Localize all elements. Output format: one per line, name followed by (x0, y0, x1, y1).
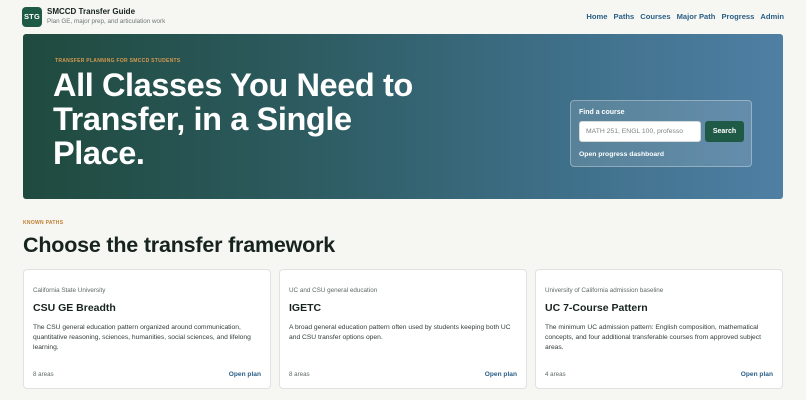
framework-card-csu-ge[interactable]: California State University CSU GE Bread… (23, 269, 271, 389)
card-kicker: UC and CSU general education (289, 287, 378, 294)
nav-link-admin[interactable]: Admin (760, 12, 784, 21)
card-area-count: 4 areas (545, 371, 566, 378)
brand-block: SMCCD Transfer Guide Plan GE, major prep… (47, 7, 165, 26)
open-plan-link[interactable]: Open plan (741, 371, 773, 378)
hero-banner: TRANSFER PLANNING FOR SMCCD STUDENTS All… (23, 34, 783, 199)
nav-link-paths[interactable]: Paths (614, 12, 635, 21)
framework-card-igetc[interactable]: UC and CSU general education IGETC A bro… (279, 269, 527, 389)
section-title: Choose the transfer framework (23, 233, 336, 257)
nav-link-home[interactable]: Home (586, 12, 607, 21)
brand-title[interactable]: SMCCD Transfer Guide (47, 7, 165, 17)
brand-subtitle: Plan GE, major prep, and articulation wo… (47, 18, 166, 25)
hero-eyebrow: TRANSFER PLANNING FOR SMCCD STUDENTS (55, 58, 181, 64)
card-description: A broad general education pattern often … (289, 324, 511, 341)
search-button[interactable]: Search (705, 121, 744, 142)
card-kicker: University of California admission basel… (545, 287, 664, 294)
framework-card-list: California State University CSU GE Bread… (23, 269, 784, 390)
card-description: The CSU general education pattern organi… (33, 324, 251, 351)
card-title: UC 7-Course Pattern (545, 302, 648, 314)
card-area-count: 8 areas (289, 371, 310, 378)
hero-title: All Classes You Need to Transfer, in a S… (53, 67, 413, 171)
open-plan-link[interactable]: Open plan (229, 371, 261, 378)
card-area-count: 8 areas (33, 371, 54, 378)
card-description: The minimum UC admission pattern: Englis… (545, 324, 761, 351)
main-nav: Home Paths Courses Major Path Progress A… (586, 12, 784, 21)
nav-link-courses[interactable]: Courses (640, 12, 670, 21)
brand-logo[interactable]: STG (22, 6, 42, 27)
open-progress-dashboard-link[interactable]: Open progress dashboard (579, 151, 664, 158)
top-navigation-bar: STG SMCCD Transfer Guide Plan GE, major … (0, 0, 806, 33)
course-search-input[interactable] (579, 121, 701, 142)
card-title: CSU GE Breadth (33, 302, 116, 314)
nav-link-progress[interactable]: Progress (721, 12, 754, 21)
framework-card-uc-7-course[interactable]: University of California admission basel… (535, 269, 783, 389)
card-title: IGETC (289, 302, 322, 314)
find-course-label: Find a course (579, 109, 625, 116)
find-course-panel: Find a course Search Open progress dashb… (570, 100, 752, 167)
open-plan-link[interactable]: Open plan (485, 371, 517, 378)
nav-link-major-path[interactable]: Major Path (677, 12, 716, 21)
section-eyebrow: KNOWN PATHS (23, 220, 64, 226)
card-kicker: California State University (33, 287, 106, 294)
